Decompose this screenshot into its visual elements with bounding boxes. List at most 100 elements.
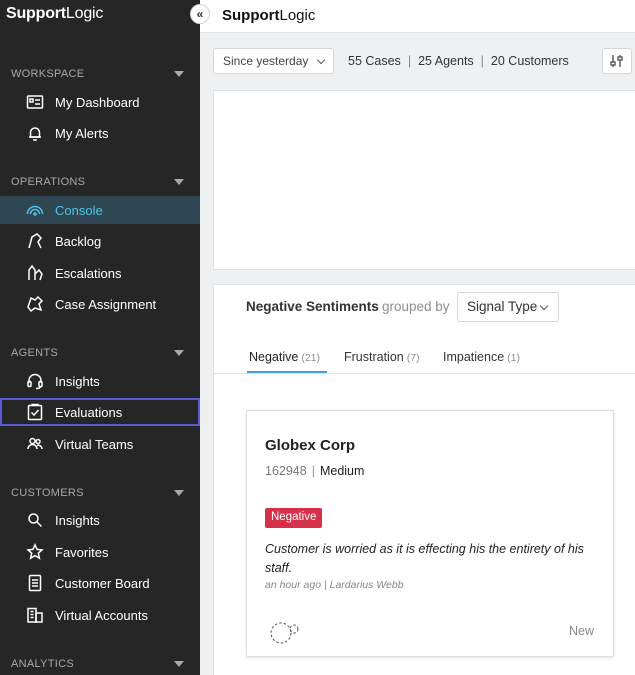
chevron-down-icon[interactable] xyxy=(174,490,184,496)
sidebar: SupportLogic WORKSPACE My Dashboard My A… xyxy=(0,0,200,675)
logo-bold: Support xyxy=(6,5,66,22)
overview-panel xyxy=(213,90,635,270)
case-id: 162948 xyxy=(265,464,307,478)
sidebar-item-my-alerts[interactable]: My Alerts xyxy=(0,119,200,147)
time-range-select[interactable]: Since yesterday xyxy=(213,48,334,74)
sidebar-item-label: Evaluations xyxy=(55,405,123,420)
section-workspace[interactable]: WORKSPACE xyxy=(0,66,200,82)
chevron-down-icon[interactable] xyxy=(174,71,184,77)
case-status: New xyxy=(569,624,595,638)
agents-count[interactable]: 25 Agents xyxy=(418,54,474,68)
sidebar-item-case-assignment[interactable]: Case Assignment xyxy=(0,290,200,318)
unassigned-avatar-icon[interactable] xyxy=(267,619,301,645)
sidebar-item-label: Virtual Teams xyxy=(55,437,134,452)
chevron-down-icon[interactable] xyxy=(174,179,184,185)
sidebar-item-label: Console xyxy=(55,203,103,218)
panel-title: Negative Sentiments xyxy=(246,299,379,314)
case-priority: Medium xyxy=(319,464,365,478)
chevron-down-icon[interactable] xyxy=(174,350,184,356)
tab-impatience[interactable]: Impatience (1) xyxy=(443,350,520,364)
chevron-down-icon xyxy=(316,55,326,65)
tab-frustration[interactable]: Frustration (7) xyxy=(344,350,420,364)
sidebar-item-virtual-teams[interactable]: Virtual Teams xyxy=(0,430,200,458)
header-logo[interactable]: SupportLogic xyxy=(222,7,315,24)
section-label: CUSTOMERS xyxy=(11,487,84,499)
sidebar-item-label: Case Assignment xyxy=(55,297,157,312)
sidebar-item-my-dashboard[interactable]: My Dashboard xyxy=(0,88,200,116)
time-range-value: Since yesterday xyxy=(223,54,309,68)
search-icon xyxy=(25,511,45,529)
card-description: Customer is worried as it is effecting h… xyxy=(265,542,584,575)
cases-count[interactable]: 55 Cases xyxy=(348,54,401,68)
active-tab-indicator xyxy=(247,371,327,373)
sidebar-item-label: My Alerts xyxy=(55,126,109,141)
tab-count: (1) xyxy=(507,352,520,364)
chevron-down-icon xyxy=(539,301,549,311)
sidebar-logo[interactable]: SupportLogic xyxy=(6,5,103,23)
star-icon xyxy=(25,543,45,561)
sidebar-item-label: Backlog xyxy=(55,234,102,249)
logo-light: Logic xyxy=(279,7,316,24)
sidebar-item-label: Escalations xyxy=(55,266,122,281)
section-label: AGENTS xyxy=(11,347,59,359)
app: SupportLogic WORKSPACE My Dashboard My A… xyxy=(0,0,635,675)
group-by-select[interactable]: Signal Type xyxy=(457,292,559,322)
separator: | xyxy=(407,54,412,68)
summary-stats: 55 Cases | 25 Agents | 20 Customers xyxy=(348,54,569,68)
logo-bold: Support xyxy=(222,7,280,24)
separator: | xyxy=(480,54,484,68)
tabs-divider xyxy=(214,373,635,374)
section-label: OPERATIONS xyxy=(11,176,86,188)
card-case-info: 162948 | Medium xyxy=(265,464,364,478)
sidebar-item-label: Customer Board xyxy=(55,576,150,591)
sidebar-item-favorites[interactable]: Favorites xyxy=(0,538,200,566)
customers-count[interactable]: 20 Customers xyxy=(491,54,569,68)
gauge-icon xyxy=(25,201,45,219)
sidebar-item-virtual-accounts[interactable]: Virtual Accounts xyxy=(0,601,200,629)
escalation-icon xyxy=(25,264,45,282)
backlog-icon xyxy=(25,232,45,250)
case-card[interactable]: Globex Corp 162948 | Medium Negative Custo… xyxy=(246,410,614,657)
tab-count: (7) xyxy=(406,352,420,364)
section-customers[interactable]: CUSTOMERS xyxy=(0,485,200,501)
sidebar-item-evaluations[interactable]: Evaluations xyxy=(0,398,200,426)
dashboard-icon xyxy=(25,93,45,111)
sliders-icon xyxy=(610,55,623,67)
section-analytics[interactable]: ANALYTICS xyxy=(0,656,200,672)
document-icon xyxy=(25,574,45,592)
top-bar: SupportLogic xyxy=(200,0,635,33)
headset-icon xyxy=(25,372,45,390)
collapse-sidebar-icon[interactable]: « xyxy=(190,4,210,24)
chevron-down-icon[interactable] xyxy=(174,661,184,667)
case-assignment-icon xyxy=(25,295,45,313)
group-by-value: Signal Type xyxy=(467,299,538,314)
sidebar-item-label: Insights xyxy=(55,513,100,528)
filter-settings-button[interactable] xyxy=(602,48,632,74)
sentiment-badge: Negative xyxy=(265,508,323,528)
users-icon xyxy=(25,435,45,453)
tab-label: Negative xyxy=(249,350,299,364)
logo-light: Logic xyxy=(65,5,104,22)
tab-label: Frustration xyxy=(344,350,404,364)
card-company: Globex Corp xyxy=(265,437,356,454)
sidebar-item-customer-insights[interactable]: Insights xyxy=(0,506,200,534)
sidebar-item-label: Insights xyxy=(55,374,100,389)
sidebar-item-escalations[interactable]: Escalations xyxy=(0,259,200,287)
sidebar-item-label: My Dashboard xyxy=(55,95,140,110)
bell-icon xyxy=(25,124,45,142)
tab-negative[interactable]: Negative (21) xyxy=(249,350,320,364)
grouped-by-label: grouped by xyxy=(382,299,450,314)
sidebar-item-backlog[interactable]: Backlog xyxy=(0,227,200,255)
sidebar-item-label: Virtual Accounts xyxy=(55,608,148,623)
sidebar-item-console[interactable]: Console xyxy=(0,196,200,224)
clipboard-check-icon xyxy=(25,403,45,421)
sidebar-item-agent-insights[interactable]: Insights xyxy=(0,367,200,395)
card-meta: an hour ago | Lardarius Webb xyxy=(265,579,404,591)
section-agents[interactable]: AGENTS xyxy=(0,345,200,361)
building-icon xyxy=(25,606,45,624)
section-operations[interactable]: OPERATIONS xyxy=(0,174,200,190)
separator: | xyxy=(311,464,315,478)
tab-count: (21) xyxy=(301,352,321,364)
sidebar-item-customer-board[interactable]: Customer Board xyxy=(0,569,200,597)
section-label: WORKSPACE xyxy=(11,68,85,80)
